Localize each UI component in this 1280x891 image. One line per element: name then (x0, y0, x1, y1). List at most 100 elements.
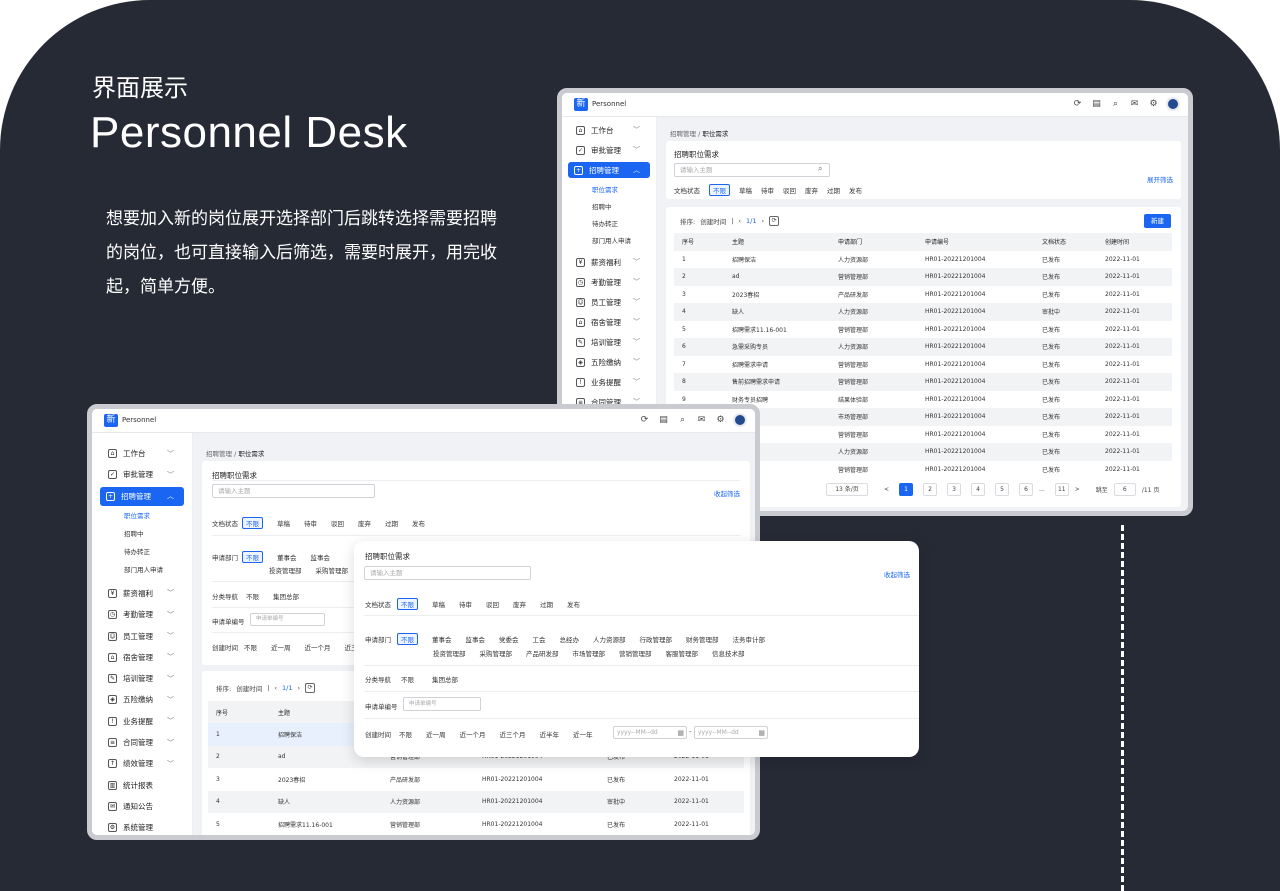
sidebar-subitem[interactable]: 职位需求 (592, 184, 618, 194)
sidebar-item[interactable]: ¥ 薪资福利 ﹀ (568, 254, 650, 270)
sidebar-subitem[interactable]: 招聘中 (592, 201, 612, 211)
breadcrumb-parent[interactable]: 招聘管理 (670, 130, 696, 138)
column-header[interactable]: 申请部门 (830, 233, 917, 251)
end-date-input[interactable]: yyyy--MM--dd ▦ (694, 726, 768, 739)
expand-filter-link[interactable]: 展开筛选 (1147, 174, 1173, 184)
sidebar-item[interactable]: ◈ 五险缴纳 ﹀ (568, 354, 650, 370)
table-row[interactable]: 5 招聘需求11.16-001 营销管理部 HR01-20221201004 已发布 20… (208, 813, 744, 835)
page-button[interactable]: 11 (1054, 483, 1069, 496)
sidebar-item[interactable]: ☺ 员工管理 ﹀ (100, 627, 184, 646)
doc-status-option[interactable]: 不限 (242, 517, 263, 529)
sidebar-item[interactable]: ✓ 审批管理 ﹀ (100, 465, 184, 484)
doc-status-option[interactable]: 发布 (849, 185, 862, 195)
mail-icon[interactable]: ✉ (1128, 98, 1141, 111)
dept-option[interactable]: 董事会 (432, 634, 452, 644)
column-header[interactable]: 主题 (724, 233, 830, 251)
created-option[interactable]: 近一个月 (460, 729, 486, 739)
next-icon[interactable]: › (297, 684, 300, 692)
table-row[interactable]: 6 急需采购专员 人力资源部 HR01-20221201004 已发布 2022-11-0… (674, 338, 1172, 356)
new-button[interactable]: 新建 (1144, 214, 1171, 228)
sidebar-item[interactable]: + 招聘管理 ︿ (100, 486, 184, 506)
sidebar-subitem[interactable]: 部门用人申请 (124, 564, 163, 574)
sidebar-item[interactable]: ⌂ 工作台 ﹀ (568, 122, 650, 138)
dept-option[interactable]: 董事会 (277, 552, 297, 562)
next-page-icon[interactable]: > (1075, 486, 1080, 493)
category-option[interactable]: 不限 (401, 674, 414, 684)
page-button[interactable]: 6 (1019, 483, 1034, 496)
refresh-icon[interactable]: ⟳ (305, 683, 316, 693)
sidebar-subitem[interactable]: 部门用人申请 (592, 235, 631, 245)
apply-no-input[interactable]: 申请单编号 (250, 613, 325, 626)
sidebar-item[interactable]: ¥ 薪资福利 ﹀ (100, 584, 184, 603)
dept-option[interactable]: 监事会 (466, 634, 486, 644)
sidebar-item[interactable]: ⌂ 宿舍管理 ﹀ (100, 648, 184, 667)
doc-status-option[interactable]: 草稿 (432, 599, 445, 609)
sidebar-item[interactable]: ↑ 绩效管理 ﹀ (100, 754, 184, 773)
sidebar-item[interactable]: ⌂ 宿舍管理 ﹀ (568, 314, 650, 330)
sidebar-item[interactable]: ✉ 通知公告 (100, 797, 184, 816)
table-row[interactable]: 4 缺人 人力资源部 HR01-20221201004 审批中 2022-11-01 (674, 303, 1172, 321)
doc-status-option[interactable]: 不限 (397, 598, 418, 610)
category-option[interactable]: 集团总部 (432, 674, 458, 684)
dept-option[interactable]: 总经办 (560, 634, 580, 644)
refresh-icon[interactable]: ⟳ (638, 414, 651, 427)
prev-page-icon[interactable]: < (884, 486, 889, 493)
dept-option[interactable]: 市场管理部 (573, 648, 606, 658)
search-input[interactable]: 请输入主题 (212, 484, 375, 498)
collapse-filter-link[interactable]: 收起筛选 (884, 569, 910, 579)
page-button[interactable]: 2 (923, 483, 938, 496)
avatar[interactable] (1166, 97, 1180, 111)
sidebar-item[interactable]: ☺ 员工管理 ﹀ (568, 294, 650, 310)
table-row[interactable]: 1 招聘保洁 人力资源部 HR01-20221201004 已发布 2022-11-01 (674, 251, 1172, 269)
sidebar-item[interactable]: + 招聘管理 ︿ (568, 162, 650, 178)
created-option[interactable]: 不限 (244, 642, 257, 652)
search-input[interactable]: 请输入主题 (364, 566, 531, 580)
sort-field[interactable]: 创建时间 (700, 216, 726, 226)
created-option[interactable]: 近一个月 (305, 642, 331, 652)
dept-option[interactable]: 投资管理部 (269, 565, 302, 575)
jump-input[interactable]: 6 (1113, 483, 1136, 496)
sidebar-item[interactable]: ✎ 培训管理 ﹀ (100, 669, 184, 688)
page-button[interactable]: 5 (995, 483, 1010, 496)
table-row[interactable]: 8 售前招聘需求申请 营销管理部 HR01-20221201004 已发布 2022-11… (674, 373, 1172, 391)
sidebar-subitem[interactable]: 待办转正 (124, 546, 150, 556)
sort-field[interactable]: 创建时间 (236, 683, 262, 693)
doc-status-option[interactable]: 草稿 (739, 185, 752, 195)
dept-option[interactable]: 党委会 (499, 634, 519, 644)
sidebar-subitem[interactable]: 职位需求 (124, 510, 150, 520)
table-row[interactable]: 4 缺人 人力资源部 HR01-20221201004 审批中 2022-11-01 (208, 790, 744, 813)
dept-option[interactable]: 不限 (397, 633, 418, 645)
document-icon[interactable]: ▤ (1090, 98, 1103, 111)
search-icon[interactable]: ⌕ (1109, 98, 1122, 111)
sidebar-item[interactable]: ✓ 审批管理 ﹀ (568, 142, 650, 158)
column-header[interactable]: 申请编号 (917, 233, 1034, 251)
start-date-input[interactable]: yyyy--MM--dd ▦ (613, 726, 687, 739)
dept-option[interactable]: 法务审计部 (733, 634, 766, 644)
sidebar-item[interactable]: ! 业务提醒 ﹀ (100, 712, 184, 731)
sidebar-subitem[interactable]: 待办转正 (592, 218, 618, 228)
collapse-filter-link[interactable]: 收起筛选 (714, 488, 740, 498)
doc-status-option[interactable]: 驳回 (783, 185, 796, 195)
refresh-icon[interactable]: ⟳ (769, 216, 780, 226)
search-icon[interactable]: ⌕ (676, 414, 689, 427)
avatar[interactable] (733, 413, 747, 427)
dept-option[interactable]: 行政管理部 (640, 634, 673, 644)
breadcrumb-parent[interactable]: 招聘管理 (206, 450, 232, 458)
created-option[interactable]: 不限 (399, 729, 412, 739)
prev-icon[interactable]: ‹ (738, 217, 741, 225)
apply-no-input[interactable]: 申请单编号 (403, 697, 481, 711)
created-option[interactable]: 近一周 (271, 642, 291, 652)
doc-status-option[interactable]: 过期 (827, 185, 840, 195)
dept-option[interactable]: 工会 (533, 634, 546, 644)
dept-option[interactable]: 不限 (242, 551, 263, 563)
sidebar-subitem[interactable]: 招聘中 (124, 528, 144, 538)
doc-status-option[interactable]: 驳回 (486, 599, 499, 609)
doc-status-option[interactable]: 发布 (412, 518, 425, 528)
sidebar-item[interactable]: ▥ 统计报表 (100, 776, 184, 795)
doc-status-option[interactable]: 不限 (709, 184, 730, 196)
column-header[interactable]: 创建时间 (1097, 233, 1172, 251)
refresh-icon[interactable]: ⟳ (1071, 98, 1084, 111)
sidebar-item[interactable]: ◈ 五险缴纳 ﹀ (100, 690, 184, 709)
first-page-icon[interactable]: | (731, 217, 733, 225)
dept-option[interactable]: 营销管理部 (619, 648, 652, 658)
